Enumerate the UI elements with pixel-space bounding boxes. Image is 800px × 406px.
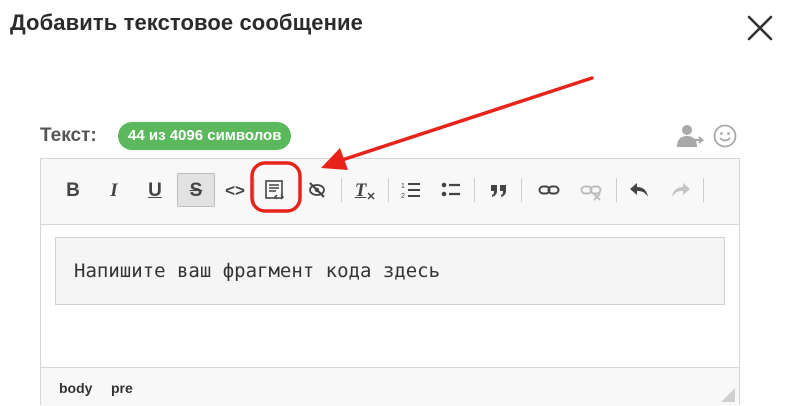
redo-button[interactable] [667,176,695,204]
bulleted-list-button[interactable] [437,176,465,204]
bulleted-list-icon [441,182,460,197]
link-button[interactable] [535,176,563,204]
underline-icon: U [148,179,162,201]
inline-code-button[interactable]: <> [221,176,249,204]
italic-button[interactable]: I [100,176,128,204]
numbered-list-button[interactable]: 1 2 [397,176,425,204]
char-count-badge: 44 из 4096 символов [118,122,292,150]
editor-statusbar: body pre [41,367,739,406]
toolbar-divider [521,178,522,202]
undo-button[interactable] [625,176,653,204]
toolbar-divider [388,178,389,202]
toolbar-divider [254,178,255,202]
bold-button[interactable]: B [59,176,87,204]
code-block-button[interactable] [261,176,289,204]
unlink-button[interactable] [577,176,605,204]
svg-text:1: 1 [401,183,405,190]
clear-format-button[interactable]: T [351,176,379,204]
toolbar-divider [703,178,704,202]
editor-content[interactable]: Напишите ваш фрагмент кода здесь [41,225,739,367]
user-share-icon[interactable] [676,123,705,149]
hide-button[interactable] [303,176,331,204]
strikethrough-button[interactable]: S [177,173,215,207]
underline-button[interactable]: U [141,176,169,204]
svg-text:2: 2 [401,193,405,200]
hide-icon [309,182,325,198]
unlink-icon [580,185,602,201]
quote-icon [491,185,506,197]
clear-format-icon: T [354,179,367,201]
toolbar-divider [616,178,617,202]
link-icon [538,185,560,195]
quote-button[interactable] [485,176,513,204]
redo-icon [672,183,690,197]
undo-icon [630,183,648,197]
text-label: Текст: [40,125,97,146]
bold-icon: B [66,179,80,201]
close-button[interactable] [744,12,776,44]
path-item-pre[interactable]: pre [111,380,133,396]
path-item-body[interactable]: body [59,380,92,396]
italic-icon: I [110,179,118,201]
rich-text-editor: B I U S <> T 1 2 Напишите ваш фрагмент к… [40,158,740,406]
resize-grip-icon[interactable] [721,388,735,402]
close-icon [747,15,773,41]
inline-code-icon: <> [225,180,245,200]
editor-toolbar: B I U S <> T 1 2 [41,159,739,225]
strikethrough-icon: S [189,179,203,201]
text-field-header: Текст: 44 из 4096 символов [40,121,740,151]
clear-x-icon [367,192,375,200]
toolbar-divider [341,178,342,202]
code-block[interactable]: Напишите ваш фрагмент кода здесь [55,237,725,305]
dialog-title: Добавить текстовое сообщение [10,10,363,35]
toolbar-divider [474,178,475,202]
numbered-list-icon: 1 2 [401,183,420,200]
smiley-icon[interactable] [712,123,740,149]
code-block-icon [265,180,285,200]
